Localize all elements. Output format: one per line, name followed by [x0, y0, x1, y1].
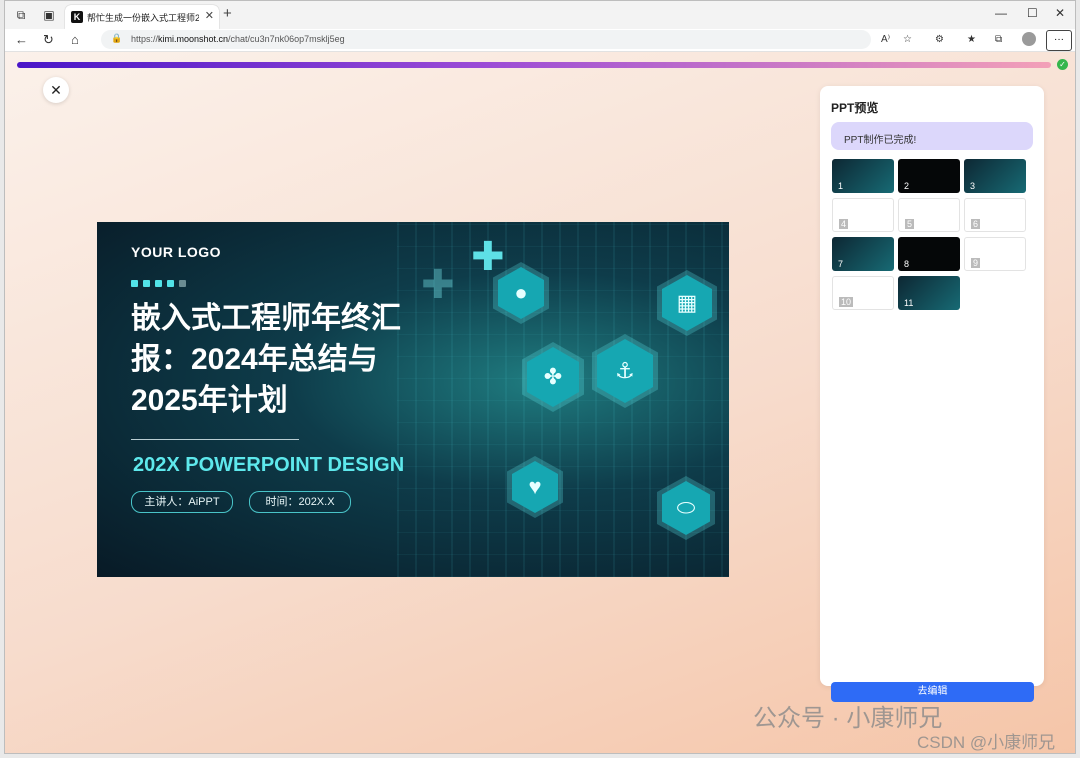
browser-tab[interactable]: K 帮忙生成一份嵌入式工程师2024年 ✕ [65, 5, 219, 29]
home-icon[interactable]: ⌂ [71, 32, 79, 47]
slide-divider [131, 439, 299, 440]
thumbnail-number: 3 [970, 181, 976, 191]
profile-icon[interactable] [1022, 32, 1036, 46]
status-message: PPT制作已完成! [831, 122, 1033, 150]
thumbnail-number: 11 [904, 298, 914, 308]
slide-subtitle: 202X POWERPOINT DESIGN [133, 454, 405, 476]
slide-thumbnail[interactable]: 8 [898, 237, 960, 271]
time-pill: 时间：202X.X [249, 491, 351, 513]
workspaces-icon[interactable]: ⧉ [13, 7, 29, 23]
minimize-icon[interactable]: — [995, 6, 1007, 20]
check-icon: ✓ [1057, 59, 1068, 70]
collections-icon[interactable]: ⧉ [995, 34, 1002, 45]
page-content: ✓ ✕ ✚ ✚ ● ▦ ✤ ⚓ ♥ ⬭ YOUR LOGO 嵌入式工程师年终汇报… [5, 52, 1075, 753]
medical-cross-icon: ✚ [471, 235, 505, 279]
tab-title: 帮忙生成一份嵌入式工程师2024年 [87, 13, 199, 23]
thumbnail-number: 7 [838, 259, 844, 269]
slide-thumbnail[interactable]: 10 [832, 276, 894, 310]
close-preview-button[interactable]: ✕ [43, 77, 69, 103]
favorite-icon[interactable]: ☆ [903, 34, 912, 45]
panel-title: PPT预览 [831, 101, 879, 115]
thumbnail-number: 6 [971, 219, 981, 229]
read-aloud-icon[interactable]: A⁾ [881, 34, 890, 45]
thumbnail-number: 2 [904, 181, 910, 191]
csdn-watermark: CSDN @小康师兄 [917, 733, 1056, 752]
url-field[interactable]: 🔒 https://kimi.moonshot.cn/chat/cu3n7nk0… [101, 30, 871, 49]
tab-actions-icon[interactable]: ▣ [41, 7, 57, 23]
window-close-icon[interactable]: ✕ [1055, 6, 1065, 20]
more-icon[interactable]: ··· [1046, 30, 1072, 51]
thumbnail-number: 4 [839, 219, 849, 229]
extensions-icon[interactable]: ⚙ [935, 34, 944, 45]
thumbnail-number: 10 [839, 297, 854, 307]
generation-progress-bar [17, 62, 1051, 68]
favorites-icon[interactable]: ★ [967, 34, 976, 45]
thumbnail-number: 9 [971, 258, 981, 268]
ppt-preview-panel: PPT预览 PPT制作已完成! 1 2 3 4 5 6 7 8 9 10 11 去编辑 [820, 86, 1044, 702]
status-text: PPT制作已完成! [844, 135, 917, 146]
tab-bar: ⧉ ▣ K 帮忙生成一份嵌入式工程师2024年 ✕ + — ☐ ✕ [5, 1, 1075, 29]
thumbnail-number: 5 [905, 219, 915, 229]
thumbnail-number: 8 [904, 259, 910, 269]
maximize-icon[interactable]: ☐ [1027, 6, 1038, 20]
slide-thumbnail[interactable]: 3 [964, 159, 1026, 193]
presenter-pill: 主讲人：AiPPT [131, 491, 233, 513]
lock-icon: 🔒 [111, 33, 123, 43]
slide-dots [131, 274, 191, 292]
slide-preview: ✚ ✚ ● ▦ ✤ ⚓ ♥ ⬭ YOUR LOGO 嵌入式工程师年终汇报：202… [97, 222, 729, 577]
slide-title: 嵌入式工程师年终汇报：2024年总结与2025年计划 [131, 302, 401, 417]
slide-thumbnail[interactable]: 6 [964, 198, 1026, 232]
slide-thumbnail[interactable]: 11 [898, 276, 960, 310]
tab-close-icon[interactable]: ✕ [205, 9, 214, 22]
back-icon[interactable]: ← [15, 32, 28, 47]
new-tab-icon[interactable]: + [223, 5, 232, 22]
address-bar-row: ← ↻ ⌂ 🔒 https://kimi.moonshot.cn/chat/cu… [5, 29, 1075, 52]
watermark-text: 公众号 · 小康师兄 [753, 705, 943, 732]
slide-thumbnail[interactable]: 9 [964, 237, 1026, 271]
slide-logo: YOUR LOGO [131, 244, 222, 260]
slide-thumbnail[interactable]: 4 [832, 198, 894, 232]
kimi-favicon-icon: K [71, 11, 83, 23]
thumbnail-number: 1 [838, 181, 844, 191]
browser-window: ⧉ ▣ K 帮忙生成一份嵌入式工程师2024年 ✕ + — ☐ ✕ ← ↻ ⌂ … [4, 0, 1076, 754]
slide-thumbnail[interactable]: 7 [832, 237, 894, 271]
url-text: https://kimi.moonshot.cn/chat/cu3n7nk06o… [131, 34, 345, 44]
slide-thumbnail[interactable]: 1 [832, 159, 894, 193]
refresh-icon[interactable]: ↻ [43, 32, 54, 48]
slide-thumbnail[interactable]: 5 [898, 198, 960, 232]
slide-thumbnail[interactable]: 2 [898, 159, 960, 193]
